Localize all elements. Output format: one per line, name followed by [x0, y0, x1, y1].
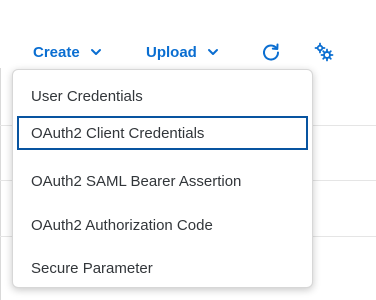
upload-button[interactable]: Upload [146, 38, 219, 66]
menu-item-secure-parameter[interactable]: Secure Parameter [17, 251, 308, 285]
create-button[interactable]: Create [33, 38, 102, 66]
refresh-icon [263, 43, 280, 61]
upload-button-label: Upload [146, 43, 197, 61]
menu-item-label: Secure Parameter [31, 259, 153, 277]
refresh-button[interactable] [260, 38, 282, 66]
settings-icon [314, 42, 334, 62]
create-button-label: Create [33, 43, 80, 61]
menu-item-label: User Credentials [31, 87, 143, 105]
menu-item-oauth2-client-credentials[interactable]: OAuth2 Client Credentials [17, 116, 308, 150]
settings-button[interactable] [313, 38, 335, 66]
menu-item-label: OAuth2 Authorization Code [31, 216, 213, 234]
create-menu: User Credentials OAuth2 Client Credentia… [12, 69, 313, 288]
toolbar: Create Upload [0, 38, 376, 66]
credentials-page: Create Upload User Credentials OAuth2 Cl… [0, 0, 376, 300]
menu-item-oauth2-authorization-code[interactable]: OAuth2 Authorization Code [17, 208, 308, 242]
menu-item-oauth2-saml-bearer-assertion[interactable]: OAuth2 SAML Bearer Assertion [17, 164, 308, 198]
menu-item-label: OAuth2 SAML Bearer Assertion [31, 172, 242, 190]
menu-item-label: OAuth2 Client Credentials [31, 124, 205, 142]
chevron-down-icon [207, 49, 218, 55]
menu-item-user-credentials[interactable]: User Credentials [17, 79, 308, 113]
table-left-border [0, 68, 1, 300]
chevron-down-icon [90, 49, 101, 55]
